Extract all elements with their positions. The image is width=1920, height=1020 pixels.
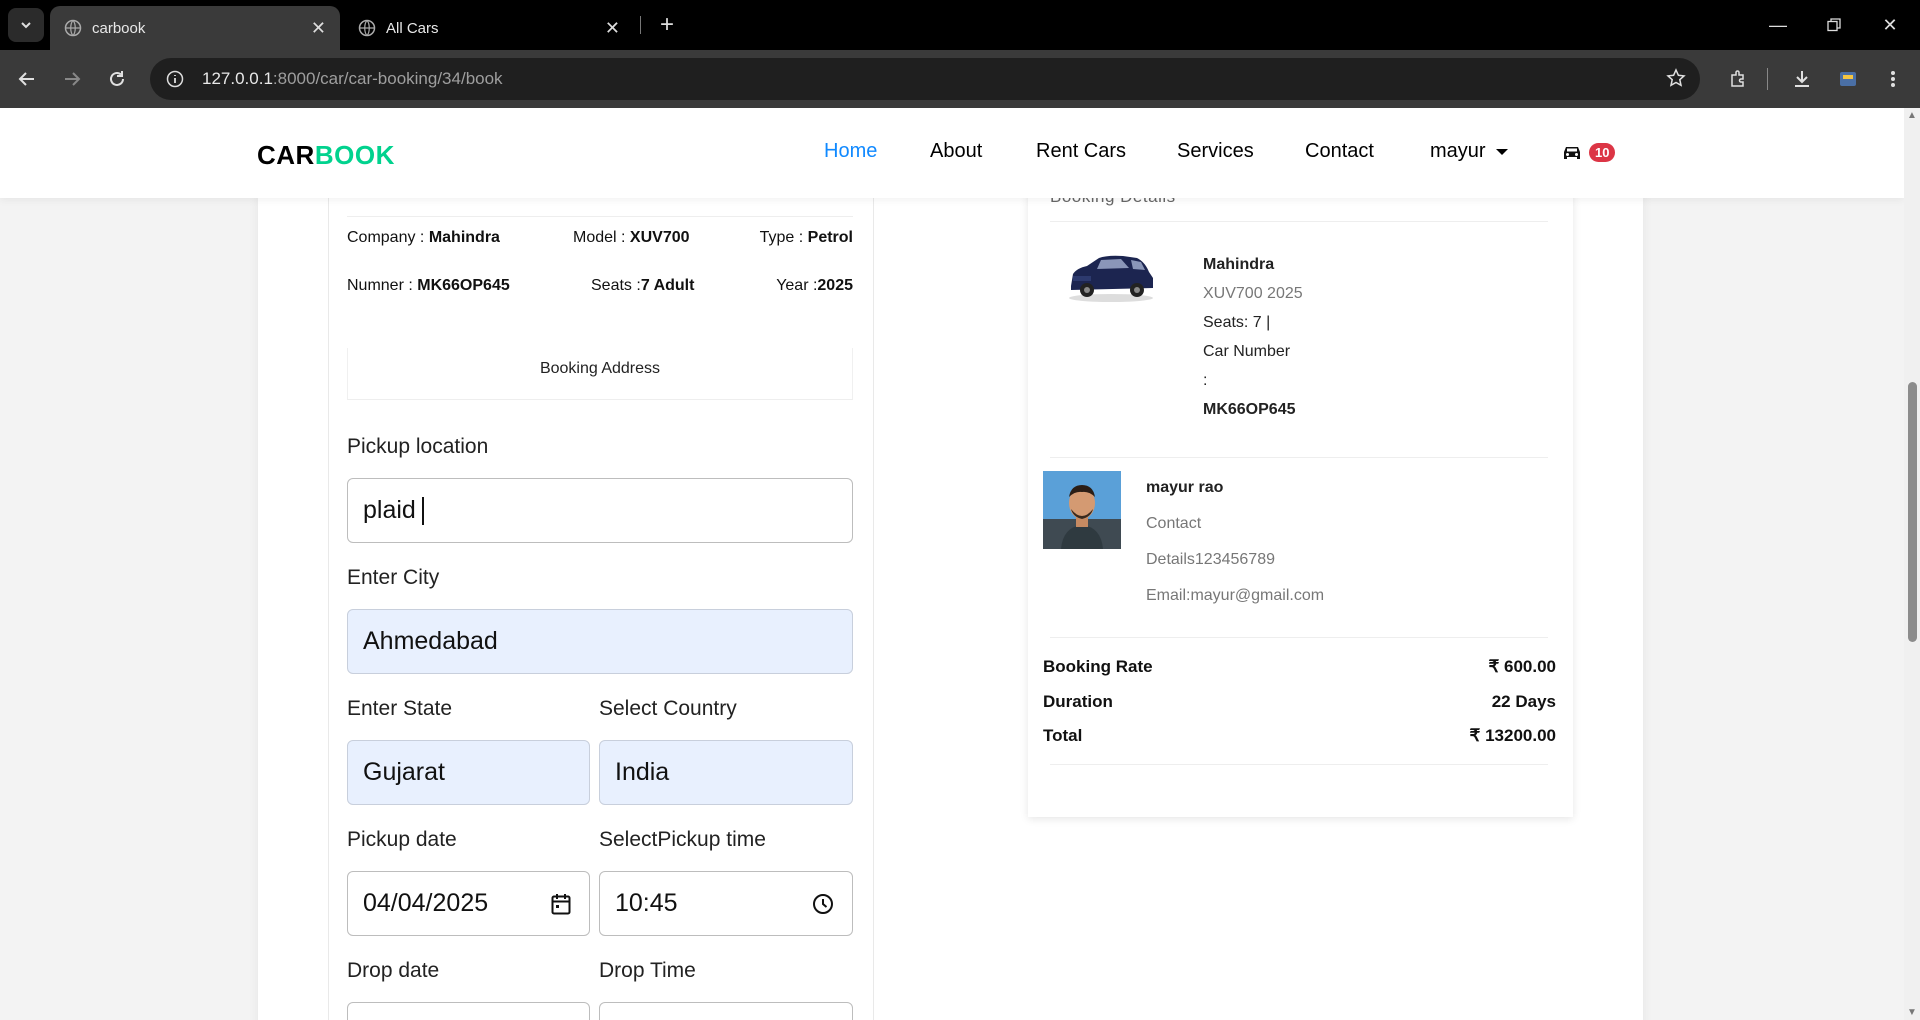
- clock-icon[interactable]: [812, 893, 834, 922]
- tab-carbook[interactable]: carbook ✕: [50, 6, 340, 50]
- total-row: Total ₹ 13200.00: [1043, 726, 1556, 745]
- new-tab-button[interactable]: +: [652, 10, 682, 40]
- divider: [1050, 764, 1548, 765]
- car-info: Mahindra XUV700 2025 Seats: 7 | Car Numb…: [1203, 250, 1303, 424]
- bookmark-star-icon[interactable]: [1666, 68, 1686, 93]
- nav-contact[interactable]: Contact: [1305, 140, 1374, 163]
- car-specs: Company : Mahindra Model : XUV700 Type :…: [347, 216, 853, 314]
- seats-spec: Seats :7 Adult: [591, 277, 695, 294]
- user-avatar: [1043, 471, 1121, 549]
- site-navbar: CARBOOK Home About Rent Cars Services Co…: [0, 108, 1904, 198]
- close-icon[interactable]: ✕: [311, 18, 326, 39]
- car-seats: Seats: 7 |: [1203, 314, 1271, 331]
- number-spec: Numner : MK66OP645: [347, 277, 510, 294]
- browser-toolbar: 127.0.0.1:8000/car/car-booking/34/book: [0, 50, 1920, 108]
- year-spec: Year :2025: [776, 277, 853, 294]
- car-number-colon: :: [1203, 372, 1208, 389]
- globe-icon: [64, 19, 82, 37]
- country-select[interactable]: India: [599, 740, 853, 805]
- download-icon[interactable]: [1787, 64, 1817, 94]
- extensions-icon[interactable]: [1723, 64, 1753, 94]
- menu-icon[interactable]: [1878, 64, 1908, 94]
- restore-icon: [1827, 18, 1841, 32]
- user-dropdown[interactable]: mayur: [1430, 140, 1508, 163]
- site-info-icon[interactable]: [164, 68, 186, 90]
- country-label: Select Country: [599, 697, 737, 720]
- car-brand: Mahindra: [1203, 256, 1275, 273]
- page-scrollbar[interactable]: ▲ ▼: [1904, 108, 1920, 1020]
- specs-row: Company : Mahindra Model : XUV700 Type :…: [347, 216, 853, 265]
- globe-icon: [358, 19, 376, 37]
- toolbar-divider: [1767, 68, 1768, 90]
- scrollbar-thumb[interactable]: [1908, 382, 1917, 642]
- tab-separator: [640, 16, 641, 34]
- contact-label: Contact: [1146, 515, 1202, 532]
- model-spec: Model : XUV700: [573, 229, 690, 246]
- nav-services[interactable]: Services: [1177, 140, 1254, 163]
- nav-home[interactable]: Home: [824, 140, 877, 163]
- cart-link[interactable]: 10: [1561, 143, 1616, 162]
- city-label: Enter City: [347, 566, 440, 589]
- caret-down-icon: [1495, 148, 1508, 155]
- booking-form-column: Company : Mahindra Model : XUV700 Type :…: [328, 168, 874, 1020]
- drop-date-input[interactable]: [347, 1002, 590, 1020]
- pickup-time-input[interactable]: 10:45: [599, 871, 853, 936]
- pickup-location-input[interactable]: plaid: [347, 478, 853, 543]
- contact-details: Details123456789: [1146, 551, 1275, 568]
- type-spec: Type : Petrol: [759, 229, 853, 246]
- car-image: [1069, 255, 1153, 302]
- car-model-year: XUV700 2025: [1203, 285, 1303, 302]
- state-input[interactable]: Gujarat: [347, 740, 590, 805]
- minimize-button[interactable]: —: [1758, 10, 1798, 40]
- url-text: 127.0.0.1:8000/car/car-booking/34/book: [202, 69, 503, 88]
- close-icon[interactable]: ✕: [605, 18, 620, 39]
- company-spec: Company : Mahindra: [347, 229, 500, 246]
- user-email: Email:mayur@gmail.com: [1146, 587, 1325, 604]
- specs-row: Numner : MK66OP645 Seats :7 Adult Year :…: [347, 265, 853, 314]
- text-cursor: [421, 496, 424, 525]
- car-number-label: Car Number: [1203, 343, 1291, 360]
- user-info: mayur rao Contact Details123456789 Email…: [1146, 470, 1324, 614]
- car-icon: [1564, 146, 1580, 159]
- booking-rate-row: Booking Rate ₹ 600.00: [1043, 657, 1556, 676]
- nav-about[interactable]: About: [930, 140, 982, 163]
- page-viewport: Company : Mahindra Model : XUV700 Type :…: [0, 108, 1904, 1020]
- tab-title: All Cars: [386, 19, 439, 37]
- user-name: mayur rao: [1146, 479, 1224, 496]
- tab-title: carbook: [92, 19, 146, 37]
- brand-logo[interactable]: CARBOOK: [257, 140, 395, 171]
- nav-rent-cars[interactable]: Rent Cars: [1036, 140, 1126, 163]
- back-icon[interactable]: [12, 64, 42, 94]
- divider: [1050, 637, 1548, 638]
- pickup-location-label: Pickup location: [347, 435, 489, 458]
- pickup-date-label: Pickup date: [347, 828, 457, 851]
- restore-button[interactable]: [1814, 10, 1854, 40]
- cart-count-badge: 10: [1589, 143, 1616, 162]
- reload-icon[interactable]: [102, 64, 132, 94]
- drop-time-input[interactable]: [599, 1002, 853, 1020]
- pickup-date-input[interactable]: 04/04/2025: [347, 871, 590, 936]
- address-bar[interactable]: 127.0.0.1:8000/car/car-booking/34/book: [150, 58, 1700, 100]
- tab-all-cars[interactable]: All Cars ✕: [344, 6, 634, 50]
- tab-search-button[interactable]: [8, 8, 44, 42]
- divider: [1050, 457, 1548, 458]
- booking-container: Company : Mahindra Model : XUV700 Type :…: [258, 168, 1643, 1020]
- profile-icon[interactable]: [1833, 64, 1863, 94]
- drop-date-label: Drop date: [347, 959, 440, 982]
- state-label: Enter State: [347, 697, 453, 720]
- browser-tabstrip: carbook ✕ All Cars ✕ + — ✕: [0, 0, 1920, 50]
- close-window-button[interactable]: ✕: [1870, 10, 1910, 40]
- drop-time-label: Drop Time: [599, 959, 696, 982]
- chevron-down-icon: [21, 22, 31, 29]
- booking-details-panel: Booking Details Mahindra XUV700 2025 Sea…: [1028, 168, 1573, 817]
- car-number: MK66OP645: [1203, 401, 1296, 418]
- city-input[interactable]: Ahmedabad: [347, 609, 853, 674]
- booking-address-header: Booking Address: [347, 348, 853, 400]
- forward-icon[interactable]: [57, 64, 87, 94]
- scroll-up-icon[interactable]: ▲: [1907, 110, 1917, 121]
- pickup-time-label: SelectPickup time: [599, 828, 766, 851]
- calendar-icon[interactable]: [551, 893, 571, 922]
- scroll-down-icon[interactable]: ▼: [1907, 1007, 1917, 1018]
- duration-row: Duration 22 Days: [1043, 692, 1556, 711]
